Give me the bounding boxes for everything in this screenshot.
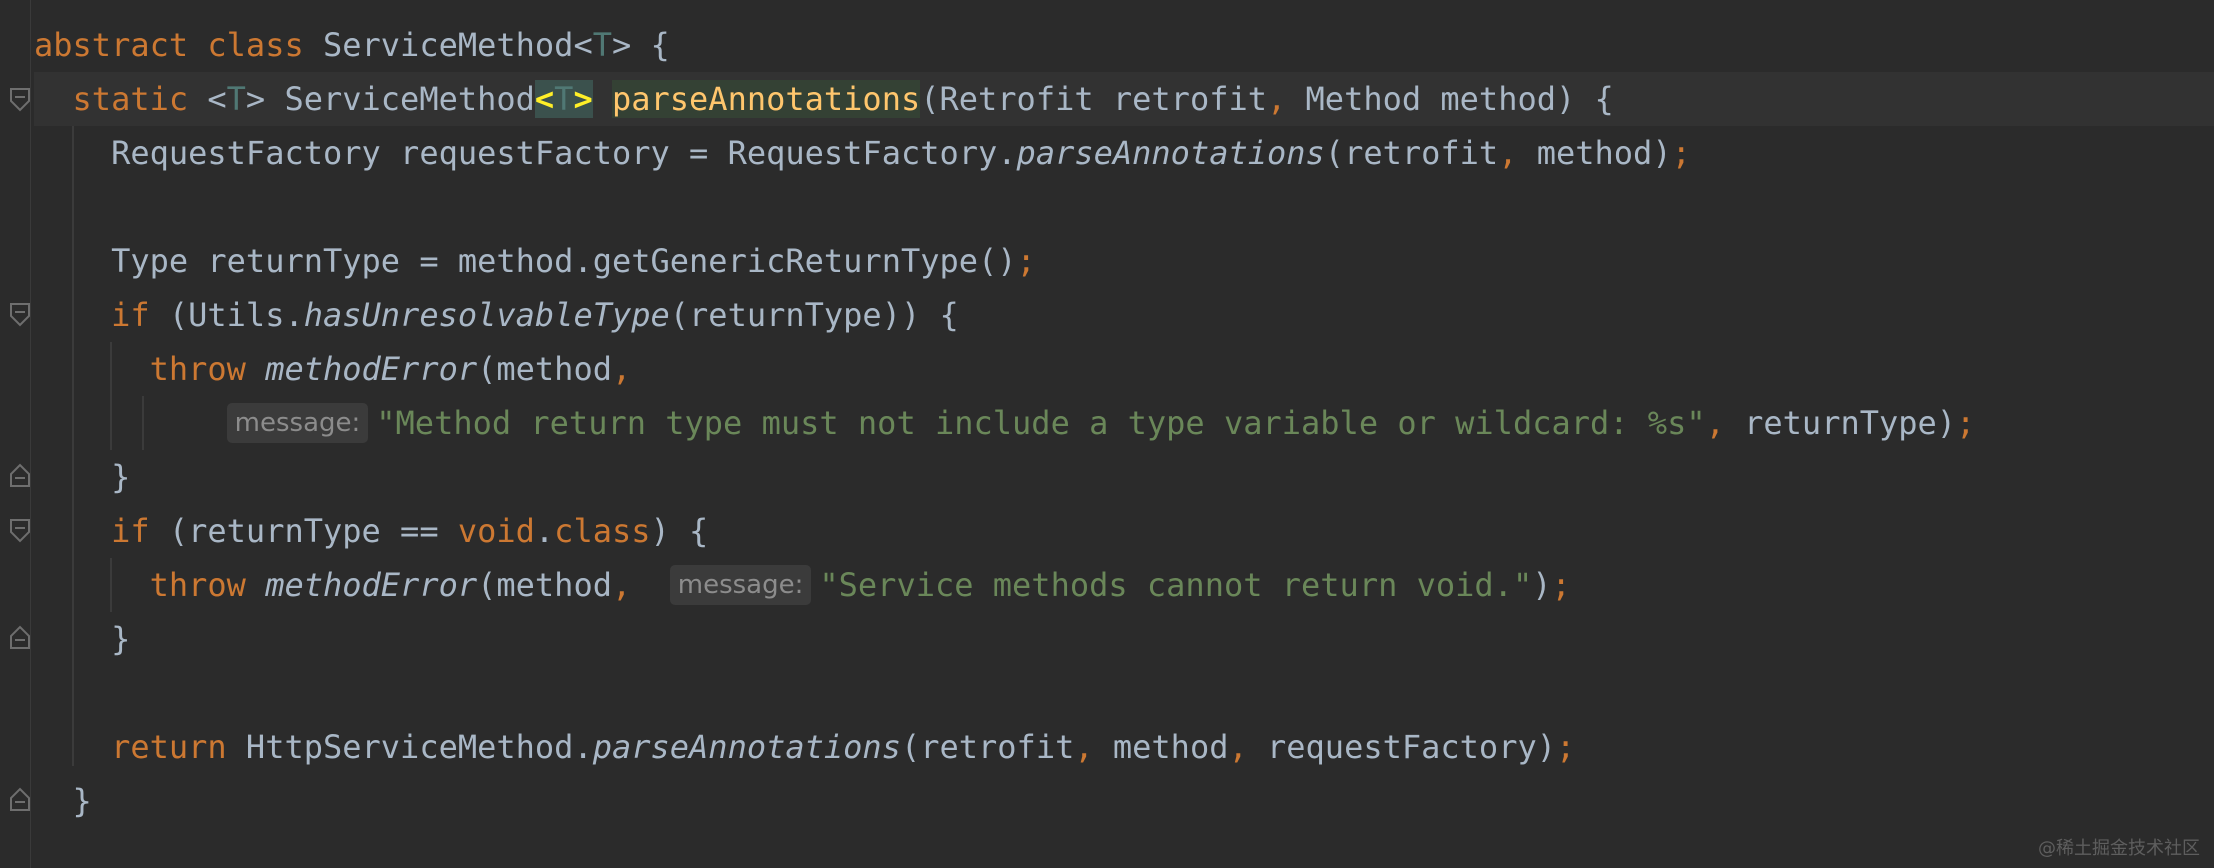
punct: , [611,350,632,388]
string-literal: "Service methods cannot return void." [819,566,1533,604]
brace: } [72,782,92,820]
code-text: (returnType)) { [669,296,959,334]
params: (Retrofit retrofit [920,80,1267,118]
punct: ; [1555,728,1576,766]
code-line-7[interactable]: throw methodError(method, [34,342,2214,396]
fold-end-icon[interactable] [9,786,31,812]
code-line-5[interactable]: Type returnType = method.getGenericRetur… [34,234,2214,288]
code-text: returnType) [1724,404,1957,442]
type-param: T [226,80,246,118]
keyword: class [207,26,304,64]
type-param: T [554,80,574,118]
code-line-8[interactable]: message: "Method return type must not inc… [34,396,2214,450]
code-editor[interactable]: abstract class ServiceMethod<T> { static… [0,0,2214,868]
code-text: (Utils. [149,296,304,334]
punct: , [1074,728,1094,766]
keyword: return [111,728,227,766]
matched-bracket: < [534,80,555,118]
static-call: methodError [265,350,478,388]
fold-end-icon[interactable] [9,462,31,488]
static-call: parseAnnotations [1016,134,1325,172]
static-call: hasUnresolvableType [303,296,670,334]
return-type: ServiceMethod [284,80,535,118]
code-text: (method [477,566,612,604]
code-text: requestFactory) [1247,728,1556,766]
static-call: parseAnnotations [592,728,901,766]
punct: { [631,26,670,64]
code-text: ) [1532,566,1552,604]
parameter-hint: message: [669,565,812,605]
code-line-15[interactable]: } [34,774,2214,828]
code-line-1[interactable]: abstract class ServiceMethod<T> { [34,18,2214,72]
punct: , [1228,728,1248,766]
code-line-10[interactable]: if (returnType == void.class) { [34,504,2214,558]
punct: , [1498,134,1518,172]
code-line-11[interactable]: throw methodError(method, message: "Servi… [34,558,2214,612]
punct: , [611,566,632,604]
code-text: RequestFactory requestFactory = RequestF… [111,134,1017,172]
keyword: throw [149,350,246,388]
code-line-9[interactable]: } [34,450,2214,504]
punct: > [611,26,632,64]
code-line-14[interactable]: return HttpServiceMethod.parseAnnotation… [34,720,2214,774]
code-text: (retrofit [900,728,1075,766]
params: Method method) { [1286,80,1614,118]
fold-collapse-icon[interactable] [9,302,31,328]
punct: ; [1016,242,1036,280]
code-text: Type returnType = method.getGenericRetur… [111,242,1017,280]
code-text: (method [477,350,612,388]
brace: } [111,620,131,658]
code-line-2[interactable]: static <T> ServiceMethod<T> parseAnnotat… [34,72,2214,126]
code-line-3[interactable]: RequestFactory requestFactory = RequestF… [34,126,2214,180]
keyword: static [72,80,189,118]
punct: > [245,80,266,118]
fold-collapse-icon[interactable] [9,87,31,113]
matched-bracket: > [573,80,593,118]
punct: ; [1956,404,1976,442]
parameter-hint: message: [226,403,369,443]
code-text: HttpServiceMethod. [226,728,593,766]
punct: < [573,26,593,64]
fold-collapse-icon[interactable] [9,518,31,544]
class-name: ServiceMethod [322,26,574,64]
brace: } [111,458,131,496]
punct: ; [1671,134,1691,172]
punct: . [534,512,555,550]
keyword: if [111,512,150,550]
keyword: throw [149,566,246,604]
static-call: methodError [265,566,478,604]
code-text: (retrofit [1324,134,1499,172]
method-name: parseAnnotations [611,80,921,118]
fold-end-icon[interactable] [9,624,31,650]
punct: < [207,80,227,118]
keyword: void [457,512,535,550]
code-text: ) { [650,512,709,550]
string-literal: "Method return type must not include a t… [376,404,1706,442]
punct: , [1267,80,1287,118]
type-param: T [592,26,612,64]
keyword: class [554,512,651,550]
editor-gutter [0,0,31,868]
code-line-12[interactable]: } [34,612,2214,666]
code-text: method [1093,728,1229,766]
keyword: if [111,296,150,334]
keyword: abstract [34,26,189,64]
punct: , [1705,404,1725,442]
watermark: @稀土掘金技术社区 [2038,838,2200,859]
code-text: (returnType == [149,512,458,550]
code-text: method) [1517,134,1672,172]
punct: ; [1551,566,1571,604]
code-line-6[interactable]: if (Utils.hasUnresolvableType(returnType… [34,288,2214,342]
